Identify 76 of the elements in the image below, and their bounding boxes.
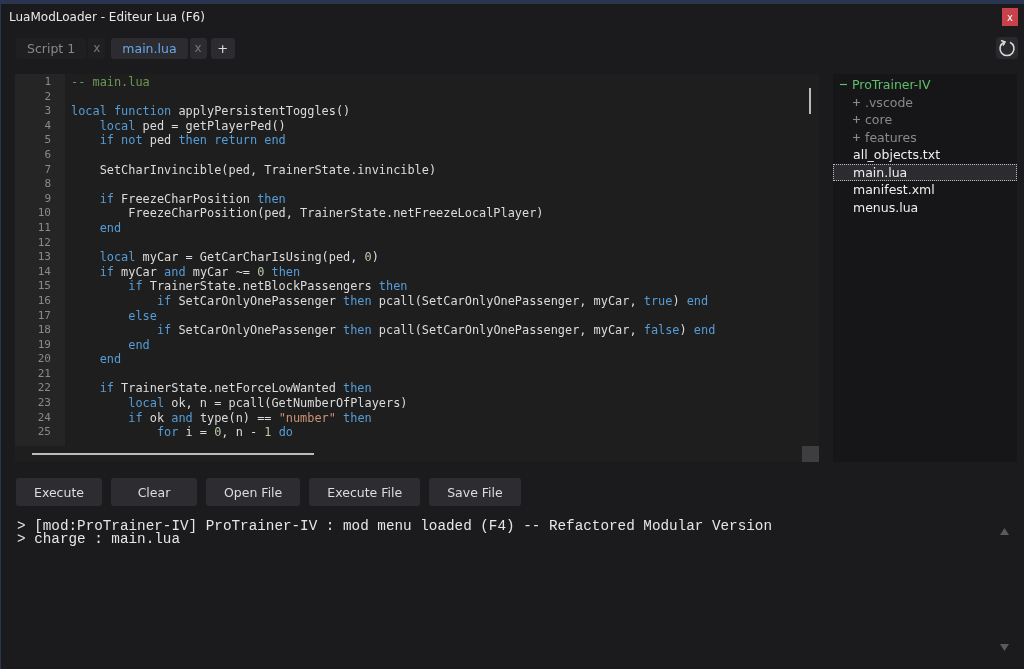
code-line: if TrainerState.netBlockPassengers then (127, 279, 409, 294)
code-line: -- main.lua (71, 75, 151, 90)
line-number: 21 (36, 366, 52, 382)
code-line: if ok and type(n) == "number" then (127, 410, 373, 426)
action-button[interactable]: Save File (429, 478, 521, 506)
code-line: end (127, 337, 151, 353)
close-button[interactable]: x (1002, 8, 1018, 26)
line-number: 9 (43, 191, 52, 207)
line-number: 7 (43, 162, 52, 178)
new-tab-button[interactable]: + (210, 37, 235, 59)
file-item[interactable]: manifest.xml (833, 181, 1017, 199)
code-line: end (98, 220, 123, 236)
line-number: 14 (36, 264, 52, 280)
action-button[interactable]: Clear (111, 478, 197, 506)
line-number: 3 (43, 104, 52, 119)
line-number: 1 (43, 75, 52, 90)
tab[interactable]: main.lua (111, 37, 188, 59)
code-line: if FreezeCharPosition then (98, 191, 287, 207)
scrollbar-thumb[interactable] (32, 453, 314, 455)
expand-icon[interactable] (853, 133, 860, 141)
line-number: 18 (36, 323, 52, 338)
scroll-corner (802, 446, 819, 462)
file-item[interactable]: menus.lua (833, 198, 1017, 216)
action-button[interactable]: Open File (206, 478, 301, 506)
folder-item[interactable]: features (833, 128, 1017, 146)
folder-item[interactable]: ProTrainer-IV (833, 76, 1017, 94)
line-number: 8 (43, 177, 52, 192)
line-number: 16 (36, 293, 52, 309)
line-number: 20 (36, 352, 52, 367)
code-line: local myCar = GetCarCharIsUsing(ped, 0) (98, 250, 380, 265)
action-button[interactable]: Execute (16, 478, 102, 506)
code-line: FreezeCharPosition(ped, TrainerState.netFreezeLocalPlayer) (127, 206, 545, 221)
scrollbar-thumb[interactable] (809, 88, 811, 114)
line-number: 10 (36, 206, 52, 221)
file-item[interactable]: all_objects.txt (833, 146, 1017, 164)
refresh-button[interactable] (996, 37, 1018, 59)
console-line: > [mod:ProTrainer-IV] ProTrainer-IV : mod menu loaded (F4) -- Refactored Modular Version (17, 520, 772, 533)
tab[interactable]: Script 1 (16, 37, 87, 59)
file-item[interactable]: main.lua (833, 163, 1017, 181)
line-number: 24 (36, 410, 52, 426)
line-number: 15 (36, 279, 52, 294)
scroll-down-icon[interactable] (1000, 644, 1009, 651)
line-number: 25 (36, 425, 52, 440)
line-number: 17 (36, 308, 52, 324)
code-line: else (127, 308, 158, 324)
refresh-icon (998, 39, 1016, 57)
code-line: if TrainerState.netForceLowWanted then (98, 381, 373, 397)
expand-icon[interactable] (853, 98, 860, 106)
expand-icon[interactable] (853, 116, 860, 124)
code-line: if not ped then return end (98, 133, 287, 148)
code-line: local ped = getPlayerPed() (98, 118, 287, 134)
line-number: 4 (43, 118, 52, 134)
line-number: 22 (36, 381, 52, 397)
code-line: local function applyPersistentToggles() (71, 104, 352, 119)
line-number: 6 (43, 147, 52, 163)
scroll-up-icon[interactable] (1000, 528, 1009, 535)
window-title: LuaModLoader - Editeur Lua (F6) (9, 10, 205, 24)
folder-item[interactable]: core (833, 111, 1017, 129)
line-number: 13 (36, 250, 52, 265)
line-number: 23 (36, 396, 52, 411)
code-line: if SetCarOnlyOnePassenger then pcall(SetCarOnlyOnePassenger, myCar, true) end (155, 293, 710, 309)
tab-close-button[interactable]: x (88, 37, 106, 59)
code-line: local ok, n = pcall(GetNumberOfPlayers) (127, 396, 409, 411)
line-number: 2 (43, 89, 52, 105)
line-number: 11 (36, 220, 52, 236)
line-number: 19 (36, 337, 52, 353)
code-line: end (98, 352, 123, 367)
action-button[interactable]: Execute File (309, 478, 421, 506)
code-line: for i = 0, n - 1 do (155, 425, 294, 440)
console-line: > charge : main.lua (17, 533, 180, 546)
code-line: SetCharInvincible(ped, TrainerState.invincible) (98, 162, 438, 178)
code-line: if myCar and myCar ~= 0 then (98, 264, 302, 280)
code-line: if SetCarOnlyOnePassenger then pcall(SetCarOnlyOnePassenger, myCar, false) end (155, 323, 716, 338)
folder-item[interactable]: .vscode (833, 93, 1017, 111)
line-number: 12 (36, 235, 52, 251)
line-number: 5 (43, 133, 52, 148)
